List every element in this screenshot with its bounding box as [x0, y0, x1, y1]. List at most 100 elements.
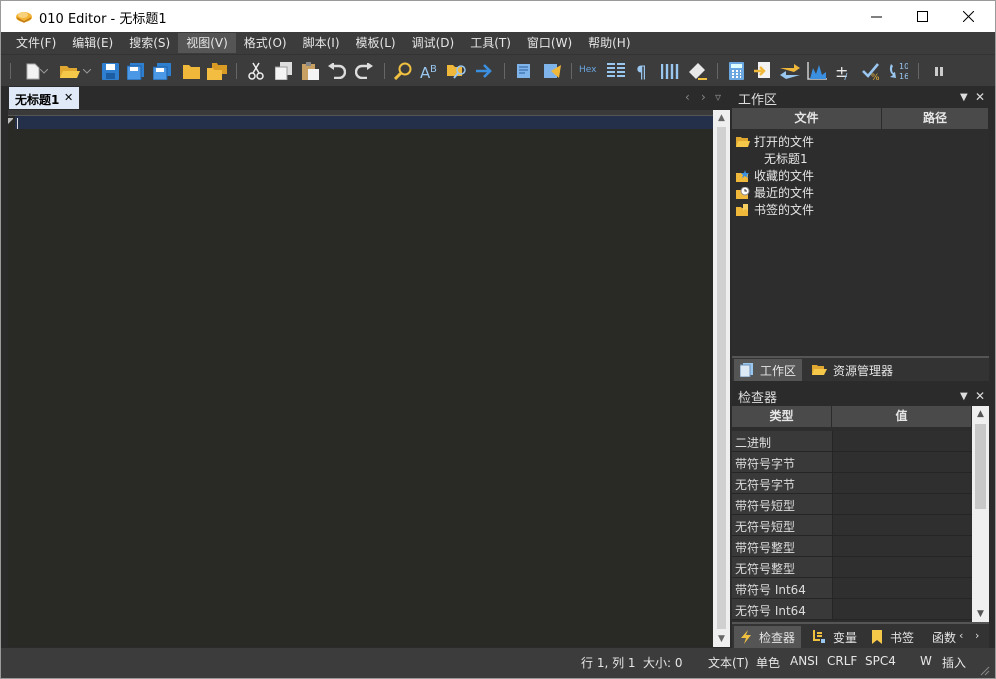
tab-workspace[interactable]: 工作区 — [734, 359, 803, 381]
find-in-files-button[interactable] — [447, 61, 467, 81]
tree-bookmarked-files[interactable]: 书签的文件 — [736, 201, 814, 218]
inspector-value[interactable] — [832, 536, 972, 556]
inspector-vertical-scrollbar[interactable]: ▲ ▼ — [972, 406, 989, 622]
run-script-button[interactable] — [514, 61, 534, 81]
text-editor[interactable] — [8, 116, 713, 647]
menu-tools[interactable]: 工具(T) — [462, 33, 519, 53]
status-tab-setting[interactable]: SPC4 — [865, 654, 896, 668]
tab-untitled1[interactable]: 无标题1 ✕ — [9, 87, 79, 109]
highlight-button[interactable] — [687, 61, 707, 81]
copy-button[interactable] — [273, 61, 293, 81]
import-button[interactable] — [753, 61, 773, 81]
panel-menu-icon[interactable]: ▼ — [960, 92, 968, 103]
open-file-dropdown[interactable] — [82, 61, 92, 81]
menu-debug[interactable]: 调试(D) — [404, 33, 463, 53]
calculator-button[interactable] — [726, 61, 746, 81]
column-header-value[interactable]: 值 — [832, 406, 972, 427]
inspector-value[interactable] — [832, 473, 972, 493]
new-file-dropdown[interactable] — [39, 61, 49, 81]
menu-edit[interactable]: 编辑(E) — [64, 33, 121, 53]
scroll-up-icon[interactable]: ▲ — [972, 406, 989, 422]
status-encoding[interactable]: ANSI — [790, 654, 818, 668]
status-line-ending[interactable]: CRLF — [827, 654, 857, 668]
editor-vertical-scrollbar[interactable]: ▲ ▼ — [713, 110, 730, 647]
redo-button[interactable] — [354, 61, 374, 81]
tree-open-files[interactable]: 打开的文件 — [736, 133, 814, 150]
save-all-button[interactable] — [152, 61, 172, 81]
menu-script[interactable]: 脚本(I) — [295, 33, 348, 53]
menu-view[interactable]: 视图(V) — [178, 33, 236, 53]
inspector-value[interactable] — [832, 557, 972, 577]
inspector-value[interactable] — [832, 599, 972, 619]
tab-prev-icon[interactable]: ‹ — [685, 90, 690, 104]
word-wrap-button[interactable] — [660, 61, 680, 81]
chevron-left-icon[interactable]: ‹ — [959, 629, 963, 642]
menu-template[interactable]: 模板(L) — [348, 33, 404, 53]
inspector-row[interactable]: 无符号字节 — [732, 473, 972, 494]
scrollbar-thumb[interactable] — [975, 424, 986, 509]
inspector-value[interactable] — [832, 515, 972, 535]
find-button[interactable] — [393, 61, 413, 81]
inspector-value[interactable] — [832, 452, 972, 472]
column-header-type[interactable]: 类型 — [732, 406, 832, 427]
hex-mode-button[interactable]: Hex — [579, 65, 596, 75]
checksum-button[interactable]: ± / — [834, 61, 854, 81]
panel-close-icon[interactable]: ✕ — [975, 389, 985, 403]
inspector-row[interactable]: 无符号 Int64 — [732, 599, 972, 620]
replace-button[interactable]: AB — [420, 61, 440, 81]
tree-favorite-files[interactable]: 收藏的文件 — [736, 167, 814, 184]
inspector-row[interactable]: 带符号整型 — [732, 536, 972, 557]
inspector-value[interactable] — [832, 578, 972, 598]
goto-button[interactable] — [474, 61, 494, 81]
save-as-button[interactable] — [126, 61, 146, 81]
inspector-row[interactable]: 无符号整型 — [732, 557, 972, 578]
cut-button[interactable] — [246, 61, 266, 81]
tab-close-icon[interactable]: ✕ — [64, 91, 73, 104]
pause-button[interactable] — [929, 61, 949, 81]
panel-menu-icon[interactable]: ▼ — [960, 391, 968, 402]
maximize-button[interactable] — [899, 1, 945, 32]
scrollbar-thumb[interactable] — [717, 127, 726, 629]
validate-button[interactable]: % — [861, 61, 881, 81]
status-insert-mode[interactable]: 插入 — [942, 654, 966, 671]
tab-variables[interactable]: 变量 — [806, 626, 863, 648]
save-button[interactable] — [100, 61, 120, 81]
open-file-button[interactable] — [60, 61, 80, 81]
close-file-button[interactable] — [181, 61, 201, 81]
inspector-row[interactable]: 带符号短型 — [732, 494, 972, 515]
paste-button[interactable] — [300, 61, 320, 81]
close-button[interactable] — [945, 1, 991, 32]
resize-grip-icon[interactable] — [980, 666, 990, 676]
menu-file[interactable]: 文件(F) — [8, 33, 64, 53]
menu-search[interactable]: 搜索(S) — [121, 33, 178, 53]
column-header-file[interactable]: 文件 — [732, 108, 882, 129]
inspector-value[interactable] — [832, 431, 972, 451]
status-write-mode[interactable]: W — [920, 654, 932, 668]
scroll-down-icon[interactable]: ▼ — [713, 631, 730, 647]
histogram-button[interactable] — [807, 61, 827, 81]
base-converter-button[interactable]: 10 16 — [888, 61, 908, 81]
tree-recent-files[interactable]: 最近的文件 — [736, 184, 814, 201]
tab-explorer[interactable]: 资源管理器 — [806, 359, 899, 381]
tab-inspector[interactable]: 检查器 — [734, 626, 802, 648]
compare-button[interactable] — [780, 61, 800, 81]
chevron-right-icon[interactable]: › — [975, 629, 979, 642]
status-edit-mode[interactable]: 文本(T) — [708, 654, 749, 671]
tab-bookmarks[interactable]: 书签 — [866, 626, 920, 648]
tab-functions[interactable]: f0 函数 — [922, 626, 956, 648]
workspace-files-button[interactable] — [207, 61, 227, 81]
inspector-value[interactable] — [832, 494, 972, 514]
inspector-row[interactable]: 带符号 Int64 — [732, 578, 972, 599]
menu-help[interactable]: 帮助(H) — [580, 33, 638, 53]
run-template-button[interactable] — [541, 61, 561, 81]
show-whitespace-button[interactable]: ¶ — [633, 61, 653, 81]
scroll-down-icon[interactable]: ▼ — [972, 606, 989, 622]
panel-close-icon[interactable]: ✕ — [975, 90, 985, 104]
tab-next-icon[interactable]: › — [701, 90, 706, 104]
undo-button[interactable] — [327, 61, 347, 81]
scroll-up-icon[interactable]: ▲ — [713, 110, 730, 126]
menu-format[interactable]: 格式(O) — [236, 33, 295, 53]
inspector-row[interactable]: 无符号短型 — [732, 515, 972, 536]
menu-window[interactable]: 窗口(W) — [519, 33, 580, 53]
inspector-row[interactable]: 二进制 — [732, 431, 972, 452]
